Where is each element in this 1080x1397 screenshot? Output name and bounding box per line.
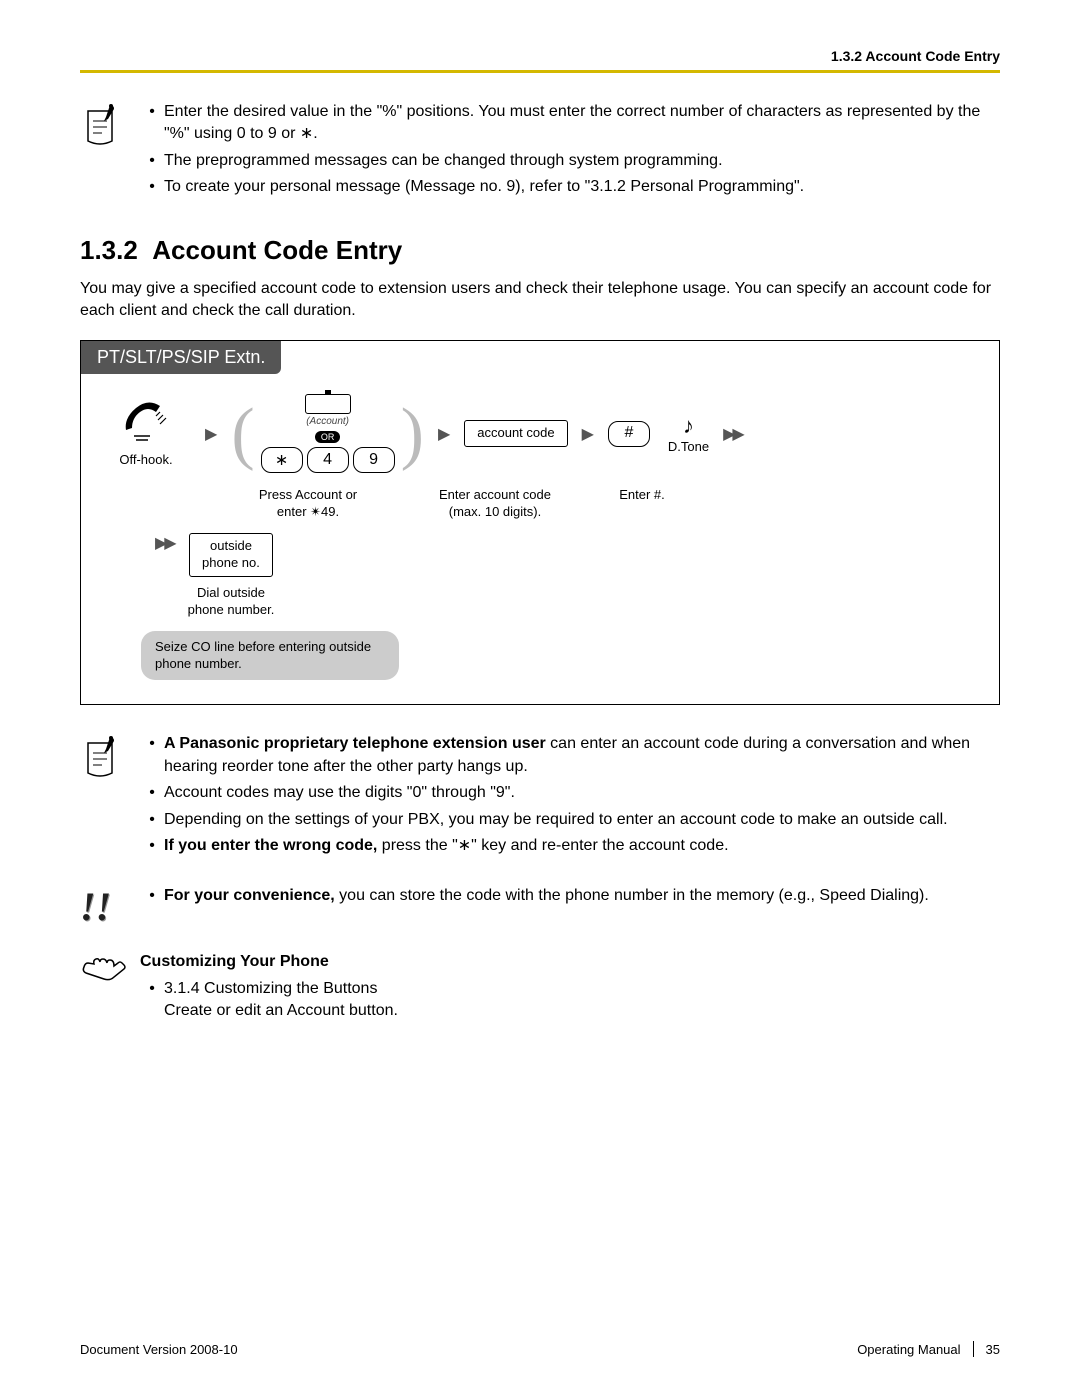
caption-offhook: Off-hook. [119,452,172,469]
customize-block: Customizing Your Phone • 3.1.4 Customizi… [80,951,1000,1026]
caption-enter-code: Enter account code (max. 10 digits). [425,487,565,521]
handset-icon [120,398,172,444]
section-heading: 1.3.2 Account Code Entry [80,235,1000,266]
music-note-icon: ♪ [683,413,694,439]
note-bullet: Enter the desired value in the "%" posit… [164,101,1000,146]
arrow-icon: ▶ [438,424,450,444]
arrow-icon: ▶ [582,424,594,444]
hand-pointer-icon [80,953,128,987]
tip-block: !! • For your convenience, you can store… [80,885,1000,927]
note-bullet: To create your personal message (Message… [164,176,1000,198]
caption-dial-outside: Dial outside phone number. [188,585,275,619]
footer-page-number: 35 [986,1342,1000,1357]
footer-manual-name: Operating Manual [857,1342,960,1357]
procedure-box: PT/SLT/PS/SIP Extn. Off-hook. ▶ ( [80,340,1000,705]
note-block-details: • A Panasonic proprietary telephone exte… [80,733,1000,861]
note-block-top: •Enter the desired value in the "%" posi… [80,101,1000,203]
outside-phone-box: outsidephone no. [189,533,273,577]
dtone-label: D.Tone [668,439,709,454]
caption-press-account: Press Account or enter ✴49. [233,487,383,521]
key-4: 4 [307,447,349,473]
exclaim-icon: !! [80,887,140,927]
section-intro: You may give a specified account code to… [80,278,1000,323]
header-breadcrumb: 1.3.2 Account Code Entry [80,48,1000,64]
footer-doc-version: Document Version 2008-10 [80,1342,238,1357]
page-footer: Document Version 2008-10 Operating Manua… [80,1341,1000,1357]
caption-enter-hash: Enter #. [607,487,677,504]
page: 1.3.2 Account Code Entry •Enter the desi… [0,0,1080,1397]
note-bullet: If you enter the wrong code, press the "… [164,835,1000,857]
note-bullet: A Panasonic proprietary telephone extens… [164,733,1000,778]
key-star: ∗ [261,447,303,473]
callout-note: Seize CO line before entering outside ph… [141,631,399,681]
key-hash: # [608,421,650,447]
customize-heading: Customizing Your Phone [140,951,1000,973]
note-bullet: The preprogrammed messages can be change… [164,150,1000,172]
account-code-box: account code [464,420,567,447]
key-9: 9 [353,447,395,473]
tip-bullet: For your convenience, you can store the … [164,885,1000,907]
note-icon [80,735,122,781]
account-button-label: (Account) [306,416,349,427]
account-button-icon [305,394,351,414]
double-arrow-icon: ▶▶ [723,424,742,444]
footer-separator [973,1341,974,1357]
note-bullet: Depending on the settings of your PBX, y… [164,809,1000,831]
arrow-icon: ▶ [205,424,217,444]
or-pill: OR [315,431,341,443]
note-bullet: Account codes may use the digits "0" thr… [164,782,1000,804]
note-icon [80,103,122,149]
customize-bullet: 3.1.4 Customizing the ButtonsCreate or e… [164,978,1000,1023]
procedure-tab: PT/SLT/PS/SIP Extn. [81,341,281,374]
header-rule [80,70,1000,73]
double-arrow-icon: ▶▶ [155,533,174,553]
